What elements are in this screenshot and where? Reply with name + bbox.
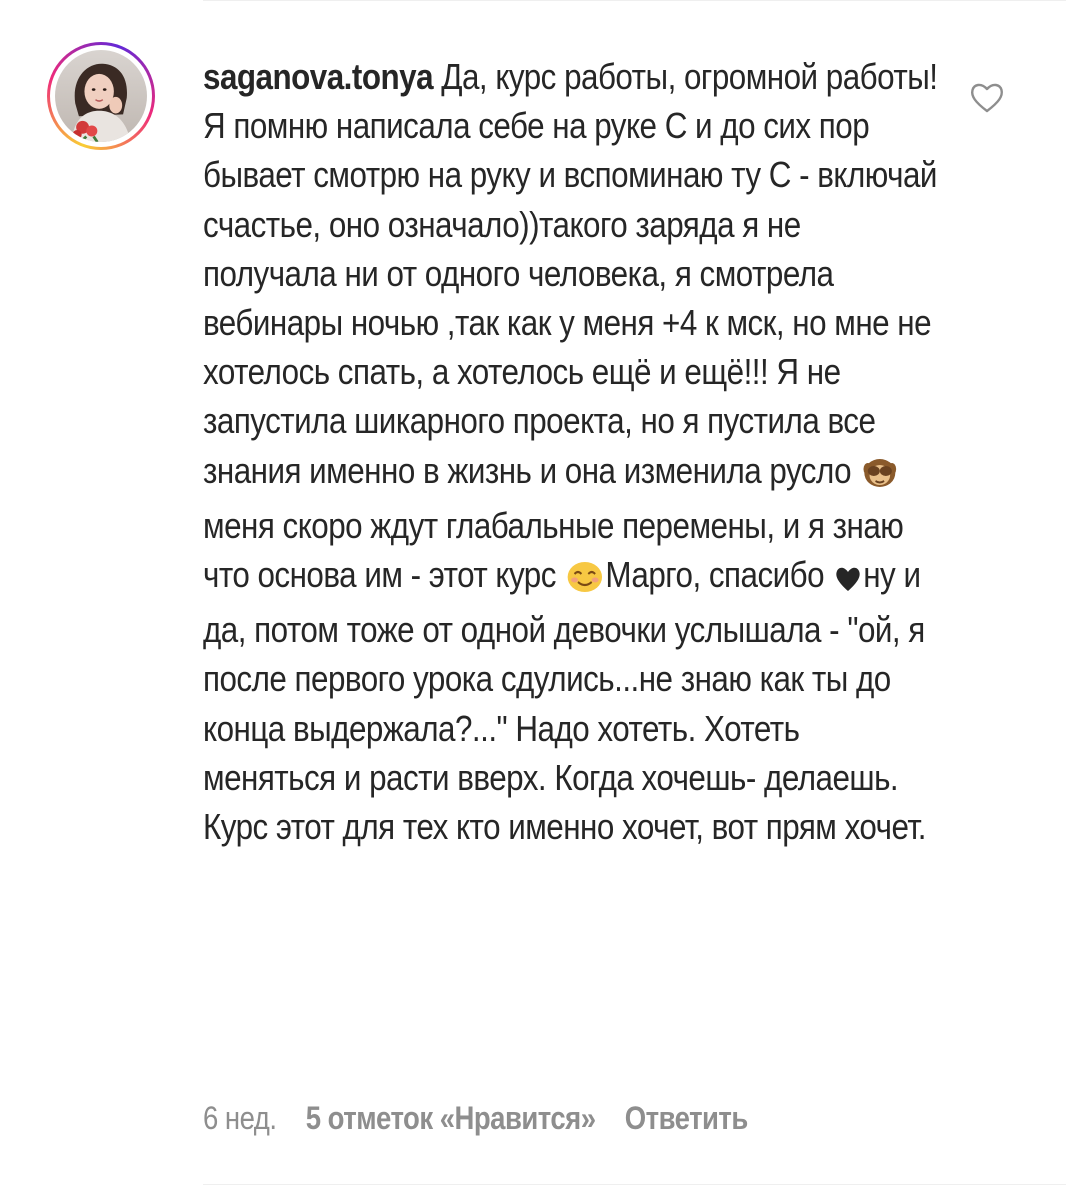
comment-meta: 6 нед. 5 отметок «Нравится» Ответить [203,1100,748,1137]
comment-timestamp[interactable]: 6 нед. [203,1100,277,1137]
see-no-evil-monkey-icon [861,452,899,501]
black-heart-icon [834,556,862,605]
comment-text-part-1: Да, курс работы, огромной работы! Я помн… [203,56,938,491]
comment-body: saganova.tonya Да, курс работы, огромной… [203,52,938,851]
avatar [55,50,147,142]
avatar-story-ring[interactable] [47,42,155,150]
reply-button[interactable]: Ответить [625,1100,749,1137]
comment-text-part-3: Марго, спасибо [605,554,833,596]
comment-username[interactable]: saganova.tonya [203,56,434,97]
comment-text-part-4: ну и да, потом тоже от одной девочки усл… [203,554,927,848]
likes-count-button[interactable]: 5 отметок «Нравится» [306,1100,596,1137]
heart-outline-icon[interactable] [968,80,1006,114]
comment: saganova.tonya Да, курс работы, огромной… [0,0,1066,1188]
smiling-face-icon [566,556,604,605]
bottom-divider [203,1184,1066,1185]
